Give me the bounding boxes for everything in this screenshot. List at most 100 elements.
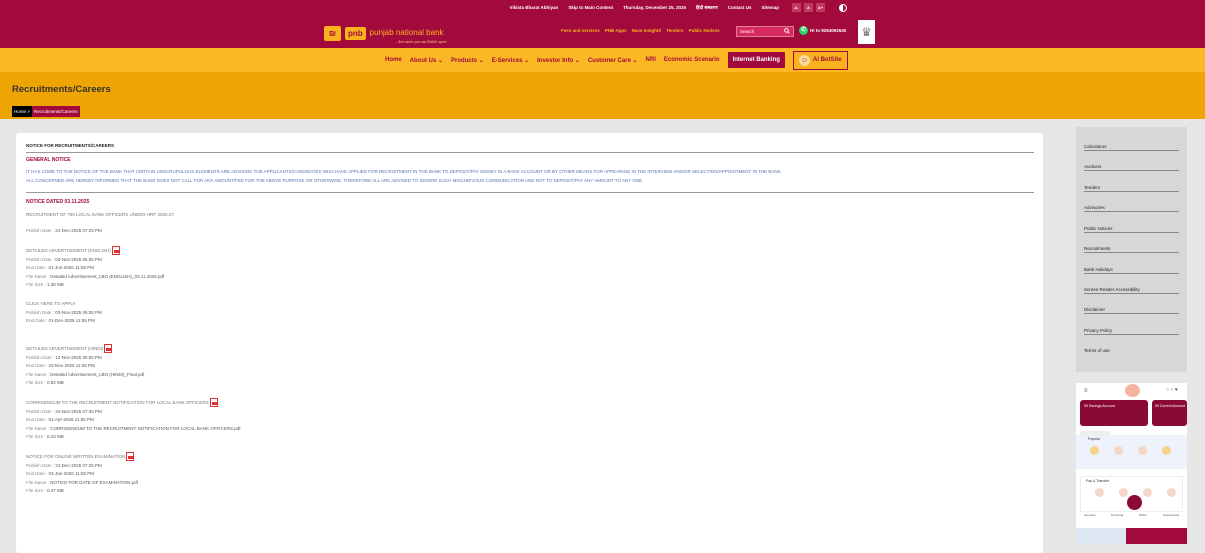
bot-avatar-icon: ☺ — [798, 54, 810, 66]
size-value: 0.43 MB — [47, 434, 64, 439]
size-label: File Size : — [26, 434, 48, 439]
list-item: DETAILED ADVERTISEMENT (ENGLISH) Publish… — [26, 246, 164, 290]
sidebar-item-bank-holidays[interactable]: Bank Holidays — [1084, 254, 1179, 274]
ai-botsite-label: AI BotSite — [812, 57, 842, 63]
list-item: NOTICE FOR ONLINE WRITTEN EXAMINATION Pu… — [26, 452, 138, 496]
mobile-app-promo[interactable]: ≡ ○ ○ ♥ 99 Savings Account 99 Current Ac… — [1076, 383, 1187, 544]
pnb-logo[interactable]: ₪ pnb punjab national bank ...the name y… — [324, 22, 447, 44]
sidebar-item-privacy[interactable]: Privacy Policy — [1084, 315, 1179, 335]
list-item: CLICK HERE TO APPLY Publish Date : 03-No… — [26, 300, 102, 326]
search-placeholder: Search — [740, 29, 755, 34]
internet-banking-button[interactable]: Internet Banking — [727, 52, 785, 68]
nav-customer-care[interactable]: Customer Care ⌄ — [588, 57, 638, 64]
end-value: 03-Jan-2026 11:55 PM — [48, 471, 94, 476]
nav-investor[interactable]: Investor Info ⌄ — [537, 57, 580, 64]
end-label: End Date : — [26, 417, 49, 422]
publish-label: Publish Date : — [26, 354, 56, 360]
app-tab-personal: Personal — [1111, 513, 1124, 517]
end-value: 01-Apr-2026 11:55 PM — [48, 417, 94, 422]
national-emblem-icon: ♛ — [858, 20, 875, 44]
general-notice-line-2: ALL CONCERNED ARE HEREBY INFORMED THAT T… — [26, 178, 644, 183]
top-utility-strip: Vikista Bharat Abhiyan Skip to Main Cont… — [0, 0, 1205, 15]
whatsapp-banking[interactable]: ✆ Hi to 9264092640 — [799, 26, 846, 35]
logo-wordmark: punjab national bank ...the name you can… — [370, 22, 447, 45]
font-decrease-button[interactable]: A- — [792, 3, 801, 12]
nav-nri[interactable]: NRI — [646, 57, 656, 63]
publish-value: 24-Nov-2025 07:30 PM — [55, 408, 102, 414]
app-header-icons: ○ ○ ♥ — [1166, 387, 1178, 393]
menu-icon: ≡ — [1084, 388, 1088, 394]
top-link-viksit[interactable]: Vikista Bharat Abhiyan — [510, 5, 559, 10]
whatsapp-number: Hi to 9264092640 — [810, 28, 847, 33]
app-tab-offers: Offers — [1138, 513, 1148, 517]
sidebar-item-terms[interactable]: Terms of use — [1084, 335, 1179, 355]
pnb-logo-icon: ₪ — [324, 25, 341, 41]
nav-products[interactable]: Products ⌄ — [451, 57, 484, 64]
header-link-notices[interactable]: Public Notices — [689, 28, 720, 33]
font-increase-button[interactable]: A+ — [816, 3, 825, 12]
pdf-icon[interactable] — [111, 246, 120, 255]
size-label: File Size : — [26, 488, 48, 493]
page-banner: Recruitments/Careers — [0, 72, 1205, 119]
size-label: File Size : — [26, 282, 48, 287]
pdf-icon[interactable] — [126, 452, 135, 461]
account-card: 99 Current Account — [1152, 400, 1187, 426]
account-label: 99 Savings Account — [1084, 404, 1115, 408]
app-feature-icon — [1119, 488, 1128, 497]
search-icon[interactable] — [784, 28, 790, 35]
sidebar-item-auctions[interactable]: Auctions — [1084, 151, 1179, 171]
top-link-sitemap[interactable]: Sitemap — [761, 5, 779, 10]
publish-label: Publish Date : — [26, 256, 56, 262]
breadcrumb-current: Recruitments/Careers — [31, 106, 80, 117]
app-feature-icon — [1114, 446, 1123, 455]
sidebar-item-public-notices[interactable]: Public Notices — [1084, 213, 1179, 233]
nav-home[interactable]: Home — [385, 57, 402, 63]
sidebar-item-screen-reader[interactable]: Screen Reader Accessibility — [1084, 274, 1179, 294]
promo-image — [1076, 528, 1187, 544]
general-notice-line-1: IT HAS COME TO THE NOTICE OF THE BANK TH… — [26, 169, 782, 174]
font-normal-button[interactable]: A — [804, 3, 813, 12]
sidebar-item-calculators[interactable]: Calculators — [1084, 131, 1179, 151]
ai-botsite-button[interactable]: ☺ AI BotSite — [792, 50, 848, 70]
nav-eservices[interactable]: E-Services ⌄ — [492, 57, 529, 64]
entry-link[interactable]: DETAILED ADVERTISEMENT (HINDI) — [26, 346, 103, 351]
header-link-apps[interactable]: PNB Apps — [605, 28, 627, 33]
divider — [26, 192, 1034, 193]
header-link-tenders[interactable]: Tenders — [666, 28, 683, 33]
size-value: 0.82 MB — [47, 380, 64, 385]
quick-links-sidebar: Calculators Auctions Tenders Advisories … — [1076, 127, 1187, 372]
top-link-contact[interactable]: Contact Us — [728, 5, 752, 10]
sidebar-item-tenders[interactable]: Tenders — [1084, 172, 1179, 192]
end-label: End Date : — [26, 318, 49, 323]
account-card: 99 Savings Account — [1080, 400, 1148, 426]
sidebar-item-disclaimer[interactable]: Disclaimer — [1084, 294, 1179, 314]
entry-link[interactable]: NOTICE FOR ONLINE WRITTEN EXAMINATION — [26, 454, 125, 459]
app-feature-icon — [1138, 446, 1147, 455]
nav-economic[interactable]: Economic Scenario — [664, 57, 720, 63]
header-link-fees[interactable]: Fees and services — [561, 28, 600, 33]
header-link-insightx[interactable]: Nave InsightX — [632, 28, 662, 33]
top-link-hindi[interactable]: हिंदी संस्करण — [696, 5, 718, 11]
header-links: Fees and services PNB Apps Nave InsightX… — [561, 28, 720, 33]
publish-label: Publish Date : — [26, 228, 56, 233]
app-feature-icon — [1095, 488, 1104, 497]
sidebar-item-recruitments[interactable]: Recruitments — [1084, 233, 1179, 253]
nav-about[interactable]: About Us ⌄ — [410, 57, 443, 64]
breadcrumb-home[interactable]: Home > — [12, 106, 32, 117]
end-value: 23-Nov-2025 11:55 PM — [48, 363, 95, 368]
entry-link[interactable]: CORRIGENDUM TO THE RECRUITMENT NOTIFICAT… — [26, 400, 209, 405]
contrast-icon[interactable] — [839, 3, 847, 12]
top-link-skip[interactable]: Skip to Main Content — [568, 5, 613, 10]
brand-tagline: ...the name you can BANK upon! — [395, 40, 447, 44]
app-feature-icon — [1162, 446, 1171, 455]
account-label: 99 Current Account — [1155, 404, 1185, 408]
entry-link[interactable]: DETAILED ADVERTISEMENT (ENGLISH) — [26, 248, 111, 253]
pay-transfer-section: Pay & Transfer — [1080, 476, 1183, 512]
file-value: CORRIGENDUM TO THE RECRUITMENT NOTIFICAT… — [50, 425, 241, 431]
search-input[interactable]: Search — [736, 26, 794, 37]
pdf-icon[interactable] — [104, 344, 113, 353]
apply-link[interactable]: CLICK HERE TO APPLY — [26, 301, 76, 306]
sidebar-item-advisories[interactable]: Advisories — [1084, 192, 1179, 212]
pdf-icon[interactable] — [209, 398, 218, 407]
content-panel: NOTICE FOR RECRUITMENTS/CAREERS GENERAL … — [16, 133, 1043, 553]
